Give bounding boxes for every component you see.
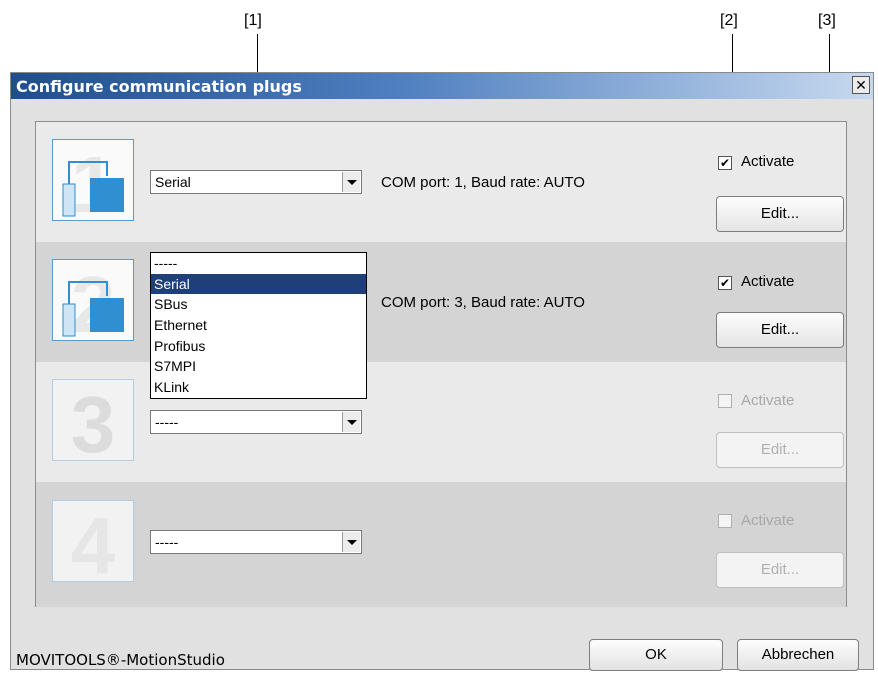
activate-checkbox-4[interactable] — [718, 514, 732, 528]
edit-button-3[interactable]: Edit... — [716, 432, 844, 468]
title-bar[interactable]: Configure communication plugs ✕ — [11, 73, 873, 99]
dropdown-option[interactable]: KLink — [151, 377, 366, 398]
chevron-down-icon[interactable] — [342, 532, 360, 552]
protocol-select-3[interactable]: ----- — [150, 410, 362, 434]
brand-label: MOVITOOLS®-MotionStudio — [16, 651, 225, 669]
callout-3: [3] — [818, 12, 836, 29]
dropdown-option[interactable]: ----- — [151, 253, 366, 274]
edit-button-1[interactable]: Edit... — [716, 196, 844, 232]
activate-label-1: Activate — [741, 153, 795, 170]
plug-row-4: 4 ----- Activate Edit... — [36, 482, 846, 607]
activate-checkbox-1[interactable]: ✔ — [718, 156, 732, 170]
network-plug-icon: 2 — [52, 259, 134, 341]
plug-status-1: COM port: 1, Baud rate: AUTO — [381, 174, 585, 191]
edit-button-2[interactable]: Edit... — [716, 312, 844, 348]
dialog-title: Configure communication plugs — [16, 77, 302, 96]
svg-text:4: 4 — [71, 501, 116, 581]
protocol-select-value: ----- — [155, 534, 179, 550]
edit-button-4[interactable]: Edit... — [716, 552, 844, 588]
dropdown-option[interactable]: Serial — [151, 273, 366, 295]
callout-1: [1] — [244, 12, 262, 29]
svg-text:3: 3 — [71, 380, 116, 460]
activate-checkbox-2[interactable]: ✔ — [718, 276, 732, 290]
activate-label-3: Activate — [741, 392, 795, 409]
dropdown-option[interactable]: Profibus — [151, 336, 366, 357]
protocol-select-value: Serial — [155, 174, 191, 190]
plug-row-1: 1 Serial COM port: 1, Baud rate: AUTO ✔ … — [36, 122, 846, 242]
close-button[interactable]: ✕ — [852, 76, 870, 94]
protocol-select-4[interactable]: ----- — [150, 530, 362, 554]
activate-label-2: Activate — [741, 273, 795, 290]
activate-label-4: Activate — [741, 512, 795, 529]
plugs-group: 1 Serial COM port: 1, Baud rate: AUTO ✔ … — [35, 121, 847, 607]
dropdown-option[interactable]: SBus — [151, 294, 366, 315]
plug-number-icon: 3 — [52, 379, 134, 461]
plug-number-icon: 4 — [52, 500, 134, 582]
configure-plugs-dialog: Configure communication plugs ✕ 1 Serial… — [10, 72, 874, 671]
chevron-down-icon[interactable] — [342, 412, 360, 432]
callout-2: [2] — [720, 12, 738, 29]
network-plug-icon: 1 — [52, 139, 134, 221]
ok-button[interactable]: OK — [589, 639, 723, 671]
close-icon: ✕ — [855, 77, 867, 93]
protocol-select-value: ----- — [155, 414, 179, 430]
cancel-button[interactable]: Abbrechen — [737, 639, 859, 671]
dropdown-option[interactable]: S7MPI — [151, 356, 366, 377]
activate-checkbox-3[interactable] — [718, 394, 732, 408]
dropdown-option[interactable]: Ethernet — [151, 315, 366, 336]
protocol-select-1[interactable]: Serial — [150, 170, 362, 194]
plug-status-2: COM port: 3, Baud rate: AUTO — [381, 294, 585, 311]
protocol-dropdown-list: ----- Serial SBus Ethernet Profibus S7MPI KLin… — [150, 252, 367, 399]
chevron-down-icon[interactable] — [342, 172, 360, 192]
